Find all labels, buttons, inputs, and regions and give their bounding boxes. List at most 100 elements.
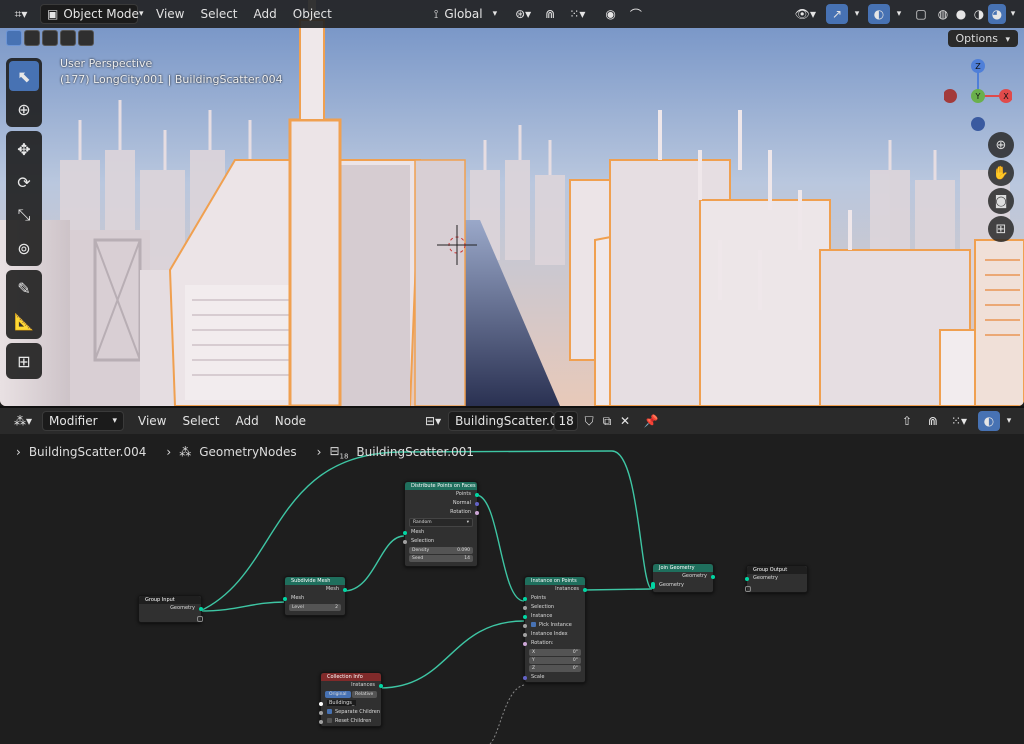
parent-group-button[interactable]: ⇧ [896, 411, 918, 431]
group-output-node[interactable]: Group Output Geometry [745, 565, 808, 593]
select-new-icon[interactable] [6, 30, 22, 46]
instance-on-points-node[interactable]: Instance on Points Instances Points Sele… [523, 576, 587, 683]
snap-toggle[interactable]: ⋒ [539, 4, 561, 24]
instances-output[interactable]: Instances [525, 585, 587, 594]
normal-output[interactable]: Normal [405, 499, 479, 508]
shading-dropdown[interactable]: ▾ [1006, 4, 1020, 24]
group-input-node[interactable]: Group Input Geometry [138, 595, 203, 623]
visibility-button[interactable]: 👁▾ [789, 4, 822, 24]
group-output-geometry-input[interactable]: Geometry [745, 574, 807, 583]
pan-button[interactable]: ✋ [988, 160, 1014, 186]
proportional-edit-toggle[interactable]: ◉ [599, 4, 621, 24]
rotation-output[interactable]: Rotation [405, 508, 479, 517]
camera-button[interactable]: ◙ [988, 188, 1014, 214]
options-dropdown[interactable]: Options ▾ [947, 30, 1018, 47]
menu-object[interactable]: Object [285, 7, 340, 21]
rotation-y-field[interactable]: Y 0° [529, 657, 581, 664]
select-invert-icon[interactable] [60, 30, 76, 46]
fake-user-button[interactable]: ⛉ [580, 411, 598, 431]
add-cube-tool[interactable]: ⊞ [9, 346, 39, 376]
separate-children-checkbox[interactable]: Separate Children [319, 708, 381, 717]
navigation-gizmo[interactable]: Z X Y [943, 58, 1013, 138]
snap-toggle[interactable]: ⋒ [922, 411, 944, 431]
collection-input[interactable]: Buildings_ [319, 699, 381, 708]
shading-solid[interactable]: ● [952, 4, 970, 24]
node-editor-canvas[interactable]: Group Input Geometry Subdivide Mesh Mesh… [0, 434, 1024, 744]
gizmo-dropdown[interactable]: ▾ [850, 4, 864, 24]
instance-index-input[interactable]: Instance Index [523, 630, 585, 639]
menu-node[interactable]: Node [267, 414, 314, 428]
transform-tool[interactable]: ⊚ [9, 233, 39, 263]
distribute-points-node[interactable]: Distribute Points on Faces Points Normal… [403, 481, 479, 567]
menu-add[interactable]: Add [246, 7, 285, 21]
node-group-name-field[interactable]: BuildingScatter.001 [448, 411, 573, 431]
shading-wireframe[interactable]: ◍ [934, 4, 952, 24]
snap-target-button[interactable]: ⁙▾ [946, 411, 972, 431]
annotate-tool[interactable]: ✎ [9, 273, 39, 303]
relative-button[interactable]: Relative [351, 691, 377, 698]
overlay-toggle[interactable]: ◐ [868, 4, 890, 24]
subdivide-mesh-output[interactable]: Mesh [285, 585, 347, 594]
zoom-button[interactable]: ⊕ [988, 132, 1014, 158]
rotate-tool[interactable]: ⟳ [9, 167, 39, 197]
shading-material[interactable]: ◑ [970, 4, 988, 24]
menu-view[interactable]: View [130, 414, 174, 428]
menu-add[interactable]: Add [228, 414, 267, 428]
mode-dropdown[interactable]: ▣ Object Mode ▾ [40, 4, 143, 24]
group-input-geometry-output[interactable]: Geometry [139, 604, 203, 613]
unlink-button[interactable]: ✕ [616, 411, 634, 431]
pin-button[interactable]: 📌 [642, 411, 660, 431]
node-editor-type-button[interactable]: ⁂▾ [8, 411, 38, 431]
snap-target-button[interactable]: ⁙▾ [563, 4, 591, 24]
overlay-toggle[interactable]: ◐ [978, 411, 1000, 431]
gizmo-toggle[interactable]: ↗ [826, 4, 848, 24]
select-subtract-icon[interactable] [42, 30, 58, 46]
original-button[interactable]: Original [325, 691, 351, 698]
method-dropdown[interactable]: Random ▾ [409, 518, 473, 527]
seed-field[interactable]: Seed 14 [409, 555, 473, 562]
rotation-z-field[interactable]: Z 0° [529, 665, 581, 672]
select-box-tool[interactable]: ⬉ [9, 61, 39, 91]
group-input-empty-output[interactable] [139, 613, 203, 622]
join-geometry-input[interactable]: Geometry [651, 581, 713, 590]
level-field[interactable]: Level 2 [289, 604, 341, 611]
overlay-dropdown[interactable]: ▾ [892, 4, 906, 24]
menu-view[interactable]: View [148, 7, 192, 21]
browse-node-group-button[interactable]: ⊟▾ [420, 411, 446, 431]
move-tool[interactable]: ✥ [9, 134, 39, 164]
points-input[interactable]: Points [523, 594, 585, 603]
rotation-x-field[interactable]: X 0° [529, 649, 581, 656]
duplicate-button[interactable]: ⧉ [598, 411, 616, 431]
geometry-node-type-dropdown[interactable]: Modifier ▾ [42, 411, 124, 431]
subdivide-mesh-node[interactable]: Subdivide Mesh Mesh Mesh Level 2 [283, 576, 347, 616]
xray-toggle[interactable]: ▢ [910, 4, 932, 24]
user-count-button[interactable]: 18 [554, 411, 579, 431]
scale-input[interactable]: Scale [523, 673, 585, 682]
subdivide-mesh-input[interactable]: Mesh [283, 594, 345, 603]
transform-orientation-dropdown[interactable]: ⟟ Global ▾ [428, 4, 503, 24]
perspective-toggle[interactable]: ⊞ [988, 216, 1014, 242]
overlay-dropdown[interactable]: ▾ [1002, 411, 1016, 431]
instance-input[interactable]: Instance [523, 612, 585, 621]
select-intersect-icon[interactable] [78, 30, 94, 46]
editor-type-button[interactable]: ⌗▾ [6, 4, 36, 24]
rotation-input[interactable]: Rotation: [523, 639, 585, 648]
reset-children-checkbox[interactable]: Reset Children [319, 717, 381, 726]
pick-instance-checkbox[interactable]: Pick Instance [523, 621, 585, 630]
distribute-selection-input[interactable]: Selection [403, 537, 477, 546]
instance-selection-input[interactable]: Selection [523, 603, 585, 612]
3d-viewport[interactable]: ⌗▾ ▣ Object Mode ▾ View Select Add Objec… [0, 0, 1024, 406]
shading-rendered[interactable]: ◕ [988, 4, 1006, 24]
scale-tool[interactable]: ⤡ [9, 200, 39, 230]
falloff-button[interactable]: ⌒ [624, 4, 648, 24]
pivot-point-button[interactable]: ⊛▾ [509, 4, 537, 24]
measure-tool[interactable]: 📐 [9, 306, 39, 336]
menu-select[interactable]: Select [192, 7, 245, 21]
group-output-empty-input[interactable] [745, 583, 807, 592]
density-field[interactable]: Density 0.090 [409, 547, 473, 554]
join-geometry-output[interactable]: Geometry [653, 572, 715, 581]
cursor-tool[interactable]: ⊕ [9, 94, 39, 124]
collection-info-node[interactable]: Collection Info Instances Original Relat… [319, 672, 383, 727]
select-extend-icon[interactable] [24, 30, 40, 46]
collection-instances-output[interactable]: Instances [321, 681, 383, 690]
